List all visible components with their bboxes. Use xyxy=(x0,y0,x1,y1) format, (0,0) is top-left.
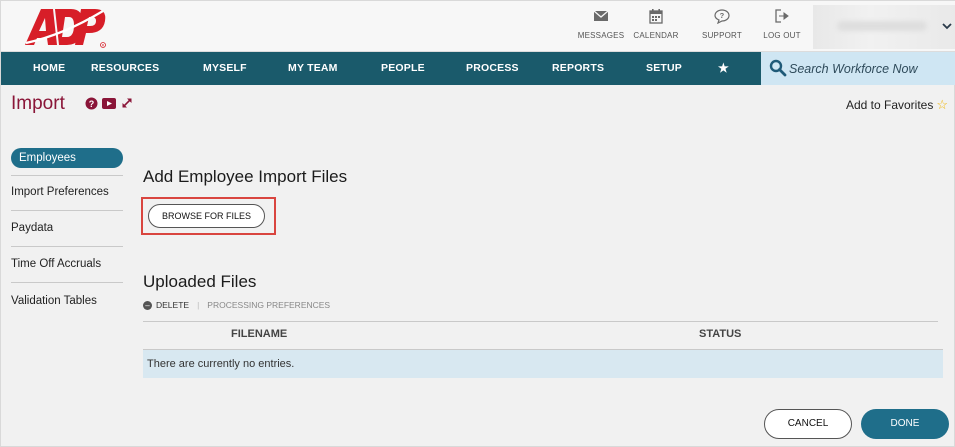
column-header-status[interactable]: STATUS xyxy=(699,328,741,340)
nav-reports[interactable]: REPORTS xyxy=(552,52,604,85)
nav-people[interactable]: PEOPLE xyxy=(381,52,425,85)
nav-myself[interactable]: MYSELF xyxy=(203,52,247,85)
help-icon[interactable]: ? xyxy=(84,96,98,110)
done-button[interactable]: DONE xyxy=(861,409,949,439)
chevron-down-icon[interactable] xyxy=(942,18,952,33)
support-bubble-icon: ? xyxy=(692,9,752,29)
top-header: R MESSAGES CALENDAR ? SUPPORT LOG OUT xyxy=(1,1,955,52)
support-label: SUPPORT xyxy=(702,31,742,40)
delete-label: DELETE xyxy=(156,300,190,310)
svg-text:?: ? xyxy=(88,99,94,109)
nav-my-team[interactable]: MY TEAM xyxy=(288,52,338,85)
sidebar-item-employees[interactable]: Employees xyxy=(11,148,123,168)
envelope-icon xyxy=(571,9,631,29)
sidebar-item-import-preferences[interactable]: Import Preferences xyxy=(11,186,123,198)
calendar-icon xyxy=(626,9,686,29)
search-box[interactable] xyxy=(761,52,955,85)
calendar-label: CALENDAR xyxy=(633,31,679,40)
column-header-filename[interactable]: FILENAME xyxy=(231,328,287,340)
logout-label: LOG OUT xyxy=(763,31,801,40)
svg-text:?: ? xyxy=(720,11,725,20)
title-icons: ? xyxy=(84,96,134,110)
sidebar-divider xyxy=(11,282,123,283)
app-frame: R MESSAGES CALENDAR ? SUPPORT LOG OUT HO… xyxy=(0,0,955,447)
table-empty-row: There are currently no entries. xyxy=(143,350,943,378)
minus-circle-icon: – xyxy=(143,300,152,310)
add-files-heading: Add Employee Import Files xyxy=(143,167,348,186)
messages-label: MESSAGES xyxy=(577,31,625,40)
user-menu[interactable] xyxy=(813,5,955,49)
star-outline-icon: ☆ xyxy=(936,97,948,112)
sidebar-item-time-off-accruals[interactable]: Time Off Accruals xyxy=(11,258,123,270)
file-actions: – DELETE | PROCESSING PREFERENCES xyxy=(143,300,330,310)
page-title: Import xyxy=(11,93,65,114)
browse-for-files-button[interactable]: BROWSE FOR FILES xyxy=(148,204,265,228)
logout-icon xyxy=(752,9,812,29)
sidebar-divider xyxy=(11,175,123,176)
nav-setup[interactable]: SETUP xyxy=(646,52,682,85)
cancel-button[interactable]: CANCEL xyxy=(764,409,852,439)
expand-icon[interactable] xyxy=(120,96,134,110)
logout-button[interactable]: LOG OUT xyxy=(752,9,812,47)
calendar-button[interactable]: CALENDAR xyxy=(626,9,686,47)
add-to-favorites-label: Add to Favorites xyxy=(845,98,934,112)
messages-button[interactable]: MESSAGES xyxy=(571,9,631,47)
search-input[interactable] xyxy=(789,58,949,79)
sidebar-divider xyxy=(11,210,123,211)
delete-button[interactable]: – DELETE xyxy=(143,300,189,310)
support-button[interactable]: ? SUPPORT xyxy=(692,9,752,47)
sidebar-item-paydata[interactable]: Paydata xyxy=(11,222,123,234)
sidebar-divider xyxy=(11,246,123,247)
adp-logo[interactable]: R xyxy=(23,5,107,49)
action-separator: | xyxy=(197,300,200,310)
user-name-blurred xyxy=(837,21,927,31)
processing-preferences-link[interactable]: PROCESSING PREFERENCES xyxy=(207,300,330,310)
nav-process[interactable]: PROCESS xyxy=(466,52,519,85)
nav-resources[interactable]: RESOURCES xyxy=(91,52,159,85)
uploaded-files-heading: Uploaded Files xyxy=(143,272,257,291)
search-icon xyxy=(769,59,787,77)
nav-home[interactable]: HOME xyxy=(33,52,65,85)
table-top-border xyxy=(143,321,938,322)
sidebar-item-validation-tables[interactable]: Validation Tables xyxy=(11,295,123,307)
nav-favorites-star-icon[interactable]: ★ xyxy=(718,52,729,85)
add-to-favorites-link[interactable]: Add to Favorites ☆ xyxy=(846,97,948,113)
video-icon[interactable] xyxy=(102,96,116,110)
